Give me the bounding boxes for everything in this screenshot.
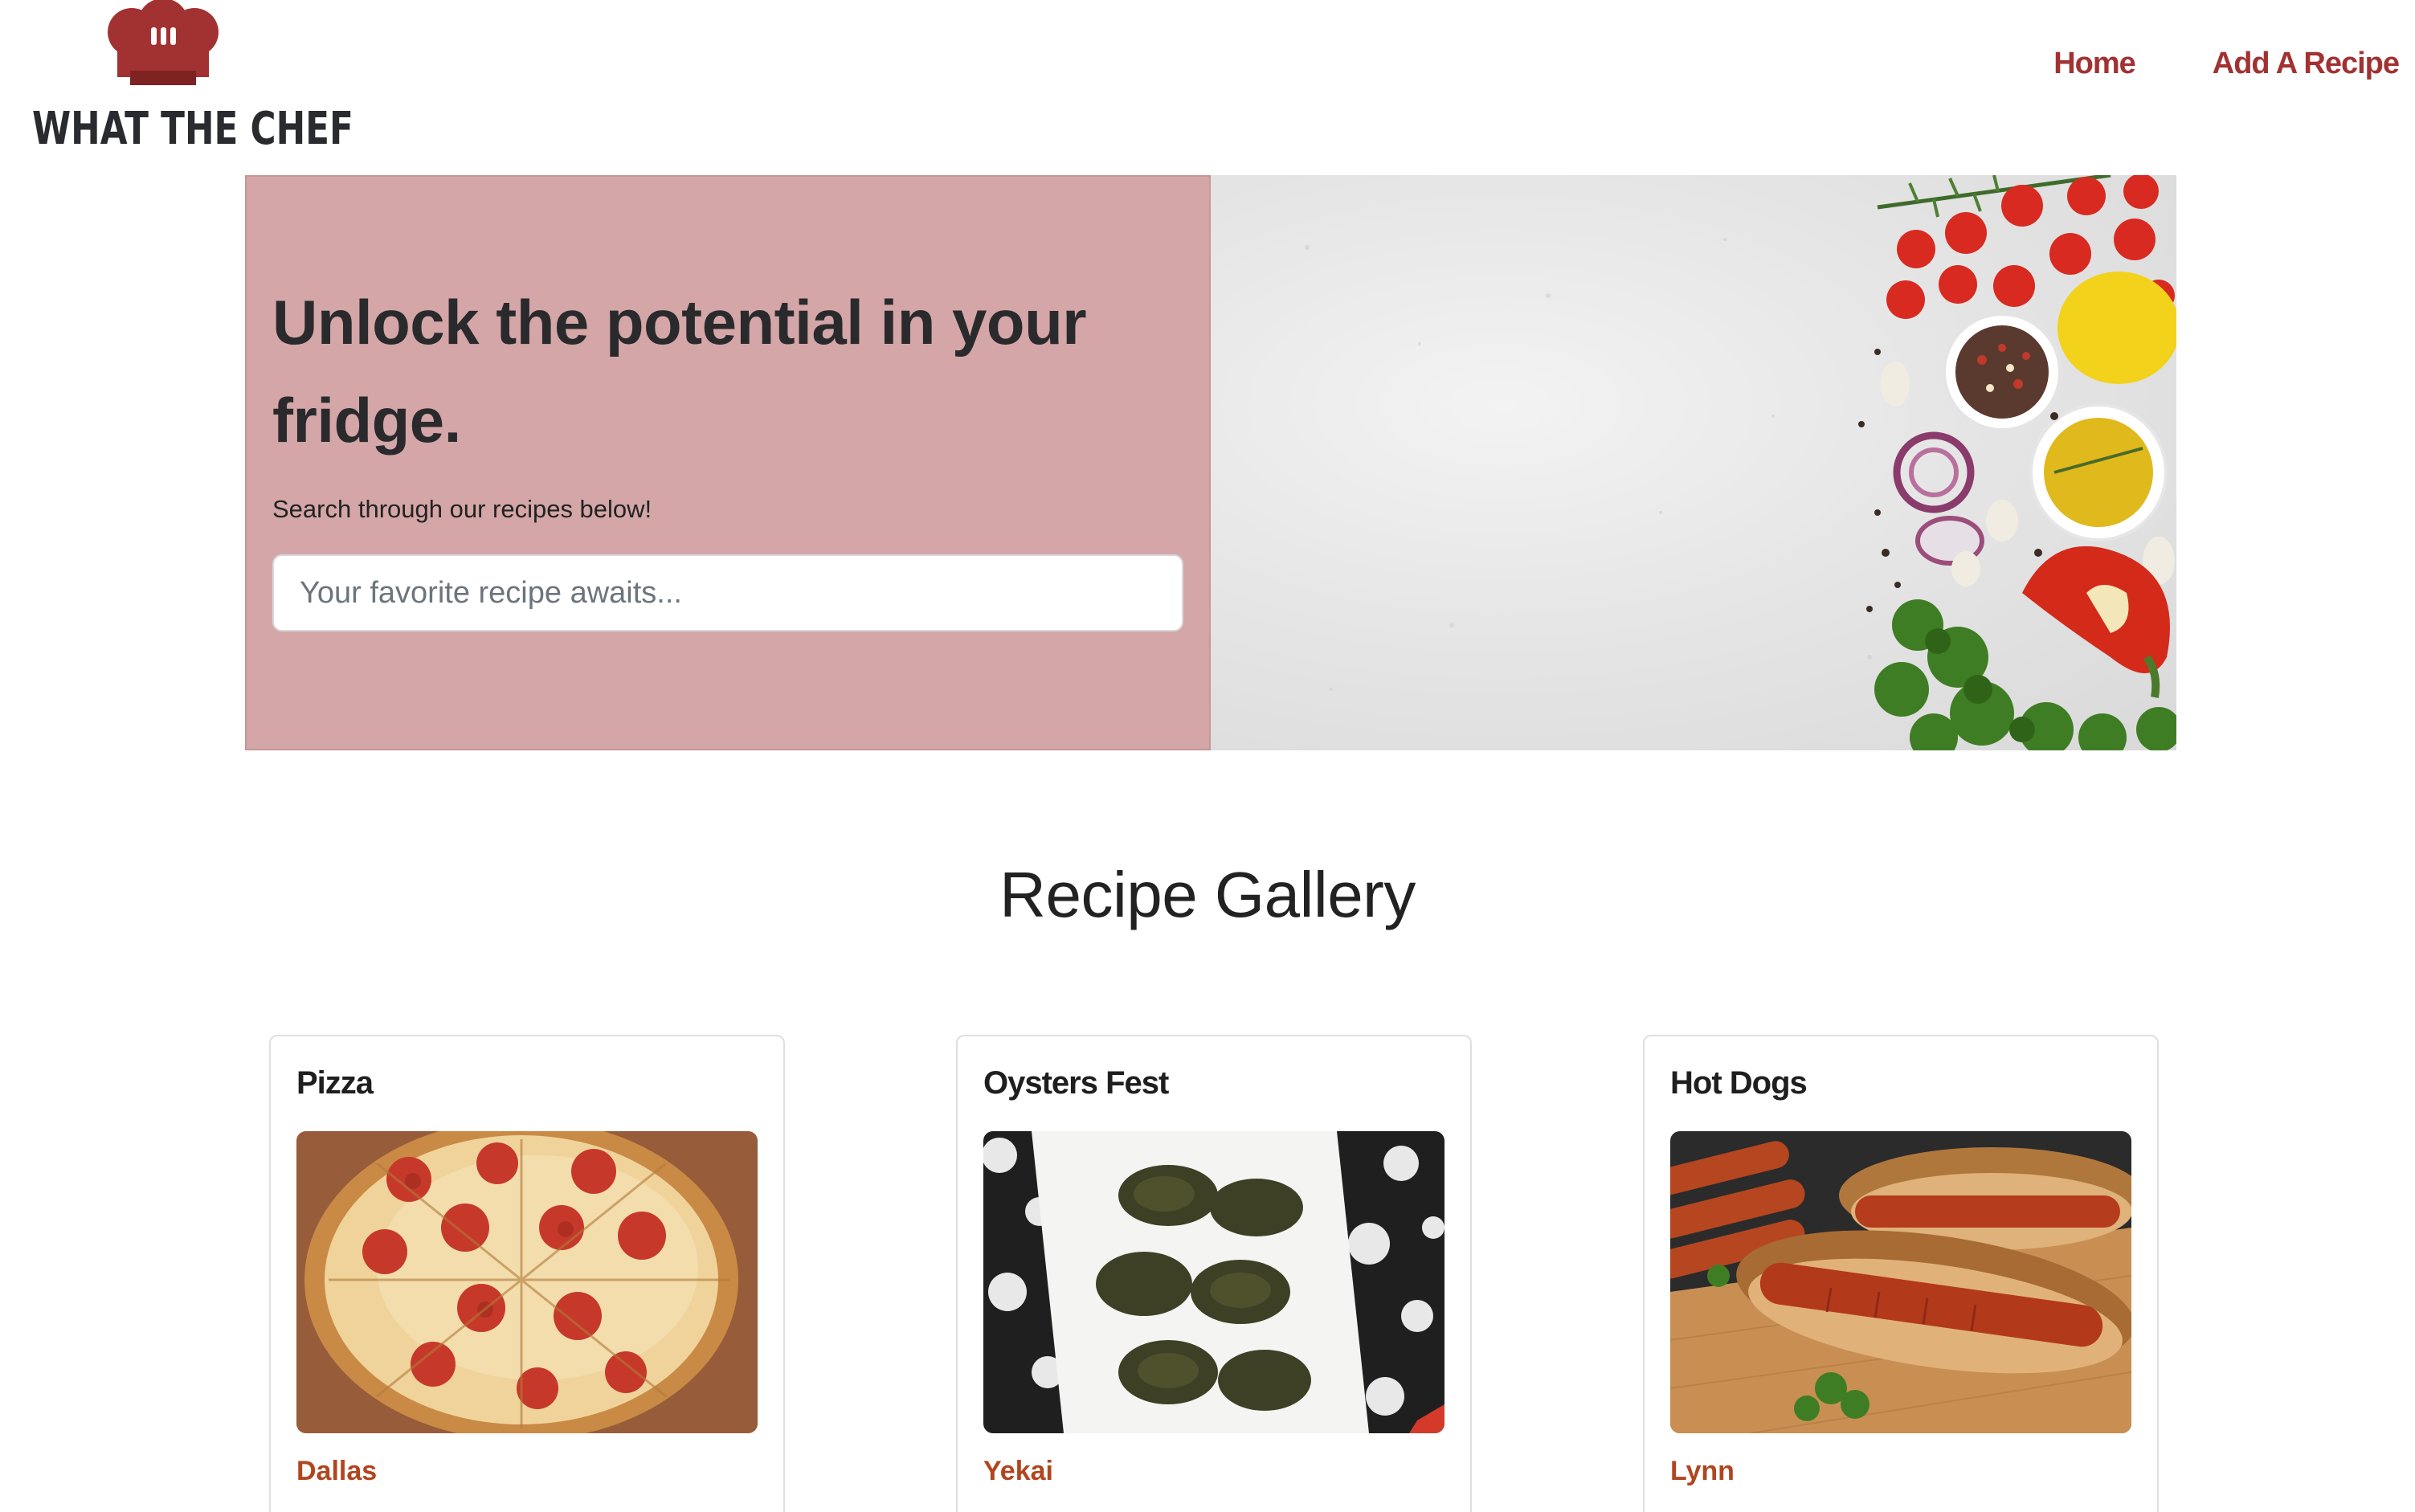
- recipe-author-link[interactable]: Lynn: [1670, 1456, 1735, 1487]
- main-nav: Home Add A Recipe: [2053, 47, 2400, 81]
- hero-section: Unlock the potential in your fridge. Sea…: [245, 175, 2176, 750]
- recipe-card-title[interactable]: Pizza: [296, 1065, 374, 1101]
- hero-panel: Unlock the potential in your fridge. Sea…: [245, 175, 1211, 750]
- recipe-card[interactable]: Hot Dogs Lynn: [1643, 1035, 2159, 1512]
- hero-title: Unlock the potential in your fridge.: [272, 287, 1087, 456]
- nav-add-recipe-link[interactable]: Add A Recipe: [2213, 47, 2400, 81]
- hot-dogs-image[interactable]: [1670, 1131, 2131, 1433]
- brand-logo[interactable]: WHAT THE CHEF: [32, 0, 353, 161]
- recipe-author-link[interactable]: Yekai: [983, 1456, 1053, 1487]
- pizza-image[interactable]: [296, 1131, 758, 1433]
- recipe-search-input[interactable]: [272, 554, 1183, 631]
- chef-hat-icon: [108, 0, 219, 85]
- brand-name: WHAT THE CHEF: [32, 103, 353, 155]
- recipe-card[interactable]: Oysters Fest Yekai: [956, 1035, 1472, 1512]
- hero-subtitle: Search through our recipes below!: [272, 495, 652, 523]
- gallery-title: Recipe Gallery: [999, 859, 1416, 930]
- recipe-card-title[interactable]: Hot Dogs: [1670, 1065, 1808, 1101]
- recipe-card[interactable]: Pizza Dallas: [269, 1035, 785, 1512]
- recipe-card-title[interactable]: Oysters Fest: [983, 1065, 1169, 1101]
- hero-ingredients-image: [1211, 175, 2176, 750]
- recipe-author-link[interactable]: Dallas: [296, 1456, 377, 1487]
- oysters-image[interactable]: [983, 1131, 1445, 1433]
- nav-home-link[interactable]: Home: [2053, 47, 2136, 81]
